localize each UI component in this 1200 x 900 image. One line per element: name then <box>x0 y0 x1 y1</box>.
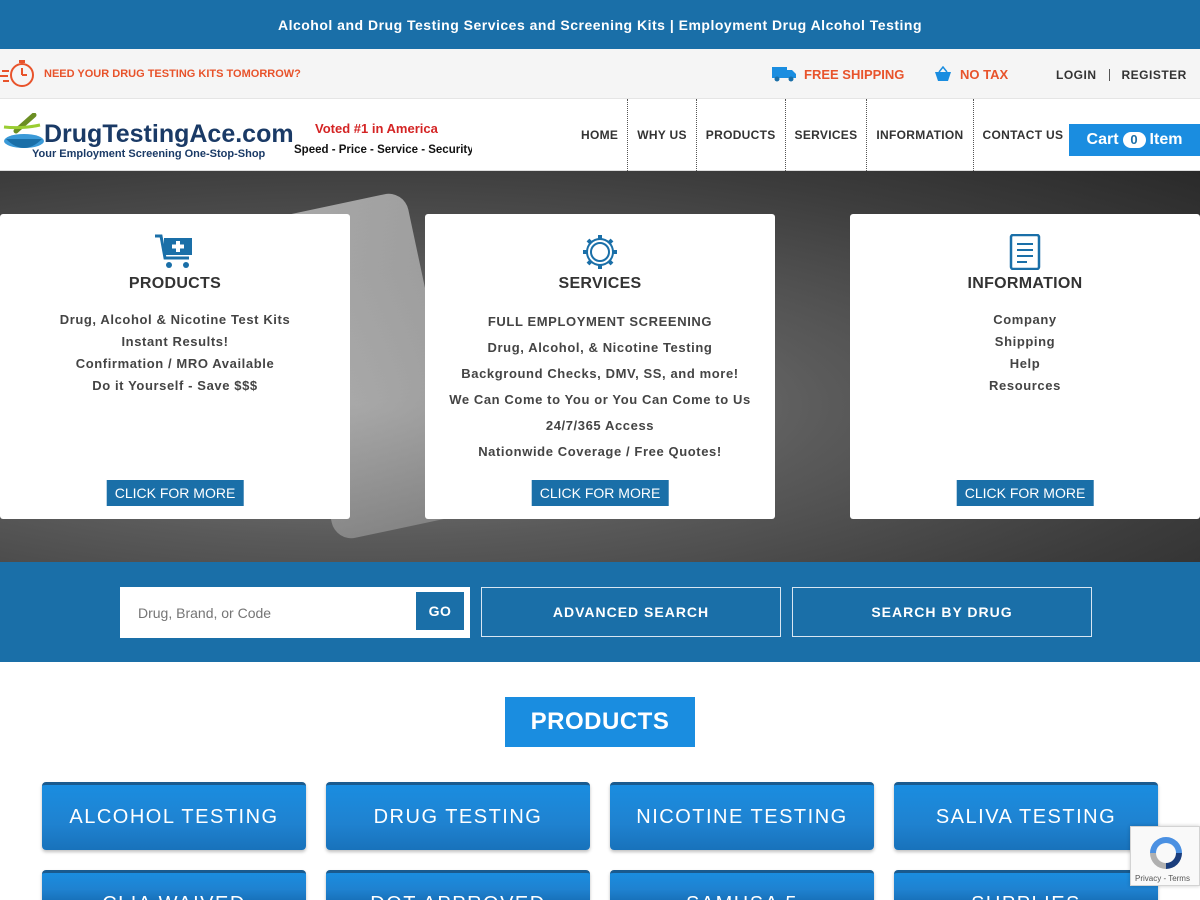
card-line: We Can Come to You or You Can Come to Us <box>449 392 751 407</box>
category-saliva-testing-button[interactable]: SALIVA TESTING <box>894 782 1158 850</box>
category-drug-testing-button[interactable]: DRUG TESTING <box>326 782 590 850</box>
slogan-text: Speed - Price - Service - Security <box>294 144 472 156</box>
services-card: SERVICES FULL EMPLOYMENT SCREENING Drug,… <box>425 214 775 519</box>
information-link-resources[interactable]: Resources <box>850 375 1200 397</box>
banner-title: Alcohol and Drug Testing Services and Sc… <box>277 16 923 33</box>
search-go-button[interactable]: GO <box>416 592 464 630</box>
products-card-title: PRODUCTS <box>128 275 222 292</box>
account-links: LOGIN REGISTER <box>1056 68 1187 82</box>
document-icon <box>1009 234 1041 270</box>
recaptcha-terms[interactable]: Privacy - Terms <box>1135 874 1190 883</box>
cart-plus-icon <box>155 234 192 268</box>
information-link-shipping[interactable]: Shipping <box>850 331 1200 353</box>
category-alcohol-testing-button[interactable]: ALCOHOL TESTING <box>42 782 306 850</box>
services-card-title: SERVICES <box>558 275 642 292</box>
advanced-search-button[interactable]: ADVANCED SEARCH <box>481 587 781 637</box>
services-click-for-more-button[interactable]: CLICK FOR MORE <box>531 480 669 506</box>
stopwatch-icon <box>0 60 34 87</box>
nav-products[interactable]: PRODUCTS <box>695 99 785 171</box>
information-link-company[interactable]: Company <box>850 309 1200 331</box>
category-supplies-button[interactable]: SUPPLIES <box>894 870 1158 900</box>
free-shipping-label: FREE SHIPPING <box>804 66 905 82</box>
card-line: Background Checks, DMV, SS, and more! <box>461 366 739 381</box>
register-link[interactable]: REGISTER <box>1122 68 1187 82</box>
card-line: Instant Results! <box>121 334 229 349</box>
cart-count-badge: 0 <box>1122 132 1146 148</box>
delivery-message: NEED YOUR DRUG TESTING KITS TOMORROW? <box>44 68 301 80</box>
cart-button[interactable]: Cart 0 Item <box>1069 124 1200 156</box>
logo-name: DrugTestingAce.com <box>44 120 294 148</box>
card-line: Confirmation / MRO Available <box>75 356 275 371</box>
login-link[interactable]: LOGIN <box>1056 68 1097 82</box>
information-card-title: INFORMATION <box>967 275 1083 292</box>
shopping-basket-icon <box>935 66 951 81</box>
info-strip: NEED YOUR DRUG TESTING KITS TOMORROW? FR… <box>0 49 1200 99</box>
nav-information[interactable]: INFORMATION <box>866 99 972 171</box>
search-by-drug-button[interactable]: SEARCH BY DRUG <box>792 587 1092 637</box>
card-line: Nationwide Coverage / Free Quotes! <box>478 444 722 459</box>
divider <box>1108 69 1110 81</box>
products-card: PRODUCTS Drug, Alcohol & Nicotine Test K… <box>0 214 350 519</box>
search-input[interactable] <box>120 587 410 638</box>
main-nav: HOME WHY US PRODUCTS SERVICES INFORMATIO… <box>572 99 1072 171</box>
card-line: Drug, Alcohol, & Nicotine Testing <box>487 340 713 355</box>
category-clia-waived-button[interactable]: CLIA WAIVED <box>42 870 306 900</box>
nav-services[interactable]: SERVICES <box>784 99 867 171</box>
cart-label: Cart <box>1086 131 1119 148</box>
search-band: GO ADVANCED SEARCH SEARCH BY DRUG <box>0 562 1200 662</box>
card-line: Drug, Alcohol & Nicotine Test Kits <box>59 312 291 327</box>
gear-icon <box>583 235 617 269</box>
delivery-promo[interactable]: NEED YOUR DRUG TESTING KITS TOMORROW? <box>0 59 301 89</box>
card-line: Do it Yourself - Save $$$ <box>92 378 258 393</box>
top-banner: Alcohol and Drug Testing Services and Sc… <box>0 0 1200 49</box>
information-click-for-more-button[interactable]: CLICK FOR MORE <box>956 480 1094 506</box>
cart-unit: Item <box>1149 131 1183 148</box>
recaptcha-badge[interactable]: Privacy - Terms <box>1130 826 1200 886</box>
nav-contact-us[interactable]: CONTACT US <box>972 99 1073 171</box>
recaptcha-icon <box>1150 837 1182 869</box>
nav-home[interactable]: HOME <box>572 99 627 171</box>
free-shipping-link[interactable]: FREE SHIPPING <box>772 66 904 82</box>
category-nicotine-testing-button[interactable]: NICOTINE TESTING <box>610 782 874 850</box>
no-tax-label: NO TAX <box>960 66 1009 82</box>
no-tax-link[interactable]: NO TAX <box>934 66 1008 82</box>
services-card-lines: FULL EMPLOYMENT SCREENING Drug, Alcohol,… <box>425 309 775 465</box>
card-line: 24/7/365 Access <box>545 418 655 433</box>
main-header: DrugTestingAce.com Your Employment Scree… <box>0 99 1200 171</box>
search-box: GO <box>120 587 470 638</box>
category-dot-approved-button[interactable]: DOT APPROVED <box>326 870 590 900</box>
voted-text: Voted #1 in America <box>315 121 439 136</box>
hero-section: PRODUCTS Drug, Alcohol & Nicotine Test K… <box>0 171 1200 562</box>
card-line: FULL EMPLOYMENT SCREENING <box>487 314 713 329</box>
logo-tagline: Your Employment Screening One-Stop-Shop <box>32 148 266 160</box>
products-click-for-more-button[interactable]: CLICK FOR MORE <box>106 480 244 506</box>
site-logo[interactable]: DrugTestingAce.com Your Employment Scree… <box>2 113 472 161</box>
products-section-title: PRODUCTS <box>505 697 695 747</box>
information-link-help[interactable]: Help <box>850 353 1200 375</box>
truck-icon <box>772 67 796 82</box>
nav-why-us[interactable]: WHY US <box>627 99 696 171</box>
products-card-lines: Drug, Alcohol & Nicotine Test Kits Insta… <box>0 309 350 397</box>
category-samhsa-5-button[interactable]: SAMHSA 5 <box>610 870 874 900</box>
information-card: INFORMATION Company Shipping Help Resour… <box>850 214 1200 519</box>
information-card-lines: Company Shipping Help Resources <box>850 309 1200 397</box>
